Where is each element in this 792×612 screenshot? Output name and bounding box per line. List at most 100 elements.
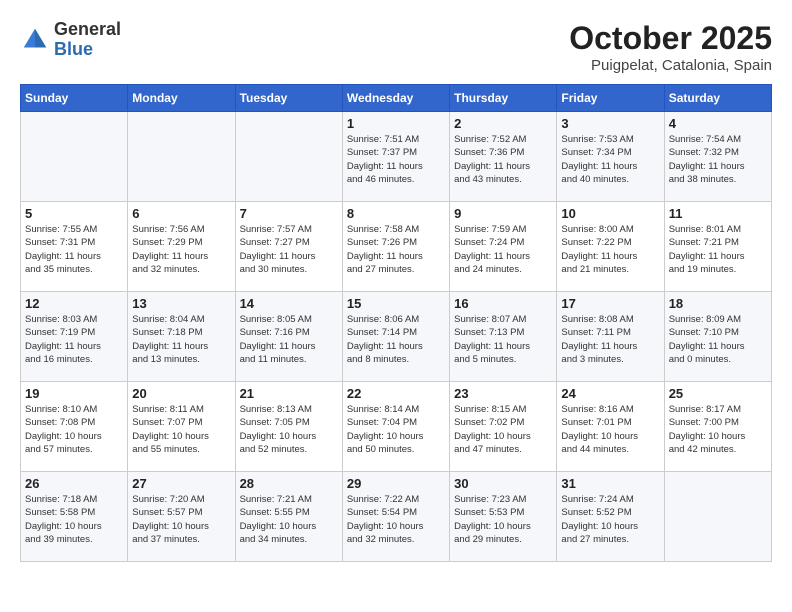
day-number: 22: [347, 386, 445, 401]
weekday-header-row: SundayMondayTuesdayWednesdayThursdayFrid…: [21, 85, 772, 112]
day-info: Sunrise: 8:15 AMSunset: 7:02 PMDaylight:…: [454, 403, 552, 456]
calendar-week-4: 19 Sunrise: 8:10 AMSunset: 7:08 PMDayligh…: [21, 382, 772, 472]
day-info: Sunrise: 7:22 AMSunset: 5:54 PMDaylight:…: [347, 493, 445, 546]
day-number: 1: [347, 116, 445, 131]
day-number: 18: [669, 296, 767, 311]
day-number: 27: [132, 476, 230, 491]
calendar-cell: [128, 112, 235, 202]
day-number: 14: [240, 296, 338, 311]
day-info: Sunrise: 7:53 AMSunset: 7:34 PMDaylight:…: [561, 133, 659, 186]
logo-general: General: [54, 20, 121, 40]
calendar-cell: [235, 112, 342, 202]
day-info: Sunrise: 8:03 AMSunset: 7:19 PMDaylight:…: [25, 313, 123, 366]
day-number: 28: [240, 476, 338, 491]
calendar-cell: 13 Sunrise: 8:04 AMSunset: 7:18 PMDayligh…: [128, 292, 235, 382]
location-subtitle: Puigpelat, Catalonia, Spain: [569, 57, 772, 74]
day-number: 6: [132, 206, 230, 221]
calendar-cell: 29 Sunrise: 7:22 AMSunset: 5:54 PMDayligh…: [342, 472, 449, 562]
calendar-cell: 24Sunrise: 8:16 AMSunset: 7:01 PMDayligh…: [557, 382, 664, 472]
day-number: 8: [347, 206, 445, 221]
day-number: 4: [669, 116, 767, 131]
day-number: 30: [454, 476, 552, 491]
day-info: Sunrise: 7:24 AMSunset: 5:52 PMDaylight:…: [561, 493, 659, 546]
calendar-cell: 6 Sunrise: 7:56 AMSunset: 7:29 PMDaylight…: [128, 202, 235, 292]
calendar-cell: 17Sunrise: 8:08 AMSunset: 7:11 PMDayligh…: [557, 292, 664, 382]
logo-blue: Blue: [54, 40, 121, 60]
day-number: 11: [669, 206, 767, 221]
calendar-cell: 16Sunrise: 8:07 AMSunset: 7:13 PMDayligh…: [450, 292, 557, 382]
calendar-cell: 25 Sunrise: 8:17 AMSunset: 7:00 PMDayligh…: [664, 382, 771, 472]
logo-text: General Blue: [54, 20, 121, 60]
calendar-body: 1Sunrise: 7:51 AMSunset: 7:37 PMDaylight…: [21, 112, 772, 562]
logo-icon: [20, 25, 50, 55]
title-block: October 2025 Puigpelat, Catalonia, Spain: [569, 20, 772, 74]
calendar-week-5: 26 Sunrise: 7:18 AMSunset: 5:58 PMDayligh…: [21, 472, 772, 562]
day-number: 2: [454, 116, 552, 131]
day-number: 19: [25, 386, 123, 401]
weekday-header-saturday: Saturday: [664, 85, 771, 112]
calendar-header: SundayMondayTuesdayWednesdayThursdayFrid…: [21, 85, 772, 112]
day-info: Sunrise: 7:58 AMSunset: 7:26 PMDaylight:…: [347, 223, 445, 276]
calendar-cell: 21Sunrise: 8:13 AMSunset: 7:05 PMDayligh…: [235, 382, 342, 472]
day-number: 5: [25, 206, 123, 221]
day-info: Sunrise: 8:06 AMSunset: 7:14 PMDaylight:…: [347, 313, 445, 366]
day-info: Sunrise: 7:56 AMSunset: 7:29 PMDaylight:…: [132, 223, 230, 276]
weekday-header-friday: Friday: [557, 85, 664, 112]
day-info: Sunrise: 8:05 AMSunset: 7:16 PMDaylight:…: [240, 313, 338, 366]
day-number: 7: [240, 206, 338, 221]
calendar-cell: 26 Sunrise: 7:18 AMSunset: 5:58 PMDayligh…: [21, 472, 128, 562]
day-number: 21: [240, 386, 338, 401]
day-info: Sunrise: 8:16 AMSunset: 7:01 PMDaylight:…: [561, 403, 659, 456]
month-title: October 2025: [569, 20, 772, 57]
day-info: Sunrise: 8:10 AMSunset: 7:08 PMDaylight:…: [25, 403, 123, 456]
calendar-cell: 2 Sunrise: 7:52 AMSunset: 7:36 PMDaylight…: [450, 112, 557, 202]
calendar-cell: [664, 472, 771, 562]
weekday-header-sunday: Sunday: [21, 85, 128, 112]
calendar-cell: 27 Sunrise: 7:20 AMSunset: 5:57 PMDayligh…: [128, 472, 235, 562]
day-number: 13: [132, 296, 230, 311]
logo: General Blue: [20, 20, 121, 60]
calendar-cell: 10 Sunrise: 8:00 AMSunset: 7:22 PMDayligh…: [557, 202, 664, 292]
day-info: Sunrise: 7:21 AMSunset: 5:55 PMDaylight:…: [240, 493, 338, 546]
calendar-cell: 1Sunrise: 7:51 AMSunset: 7:37 PMDaylight…: [342, 112, 449, 202]
day-number: 29: [347, 476, 445, 491]
day-info: Sunrise: 7:54 AMSunset: 7:32 PMDaylight:…: [669, 133, 767, 186]
day-info: Sunrise: 7:59 AMSunset: 7:24 PMDaylight:…: [454, 223, 552, 276]
calendar-cell: 15 Sunrise: 8:06 AMSunset: 7:14 PMDayligh…: [342, 292, 449, 382]
day-info: Sunrise: 8:14 AMSunset: 7:04 PMDaylight:…: [347, 403, 445, 456]
day-info: Sunrise: 8:00 AMSunset: 7:22 PMDaylight:…: [561, 223, 659, 276]
weekday-header-thursday: Thursday: [450, 85, 557, 112]
calendar-cell: 9Sunrise: 7:59 AMSunset: 7:24 PMDaylight…: [450, 202, 557, 292]
day-info: Sunrise: 8:17 AMSunset: 7:00 PMDaylight:…: [669, 403, 767, 456]
calendar-cell: 14 Sunrise: 8:05 AMSunset: 7:16 PMDayligh…: [235, 292, 342, 382]
day-info: Sunrise: 7:23 AMSunset: 5:53 PMDaylight:…: [454, 493, 552, 546]
day-number: 25: [669, 386, 767, 401]
day-number: 17: [561, 296, 659, 311]
day-info: Sunrise: 8:07 AMSunset: 7:13 PMDaylight:…: [454, 313, 552, 366]
day-number: 26: [25, 476, 123, 491]
calendar-table: SundayMondayTuesdayWednesdayThursdayFrid…: [20, 84, 772, 562]
day-number: 12: [25, 296, 123, 311]
calendar-cell: 19 Sunrise: 8:10 AMSunset: 7:08 PMDayligh…: [21, 382, 128, 472]
calendar-cell: 22 Sunrise: 8:14 AMSunset: 7:04 PMDayligh…: [342, 382, 449, 472]
calendar-week-2: 5Sunrise: 7:55 AMSunset: 7:31 PMDaylight…: [21, 202, 772, 292]
calendar-cell: 8 Sunrise: 7:58 AMSunset: 7:26 PMDaylight…: [342, 202, 449, 292]
day-number: 10: [561, 206, 659, 221]
day-info: Sunrise: 8:04 AMSunset: 7:18 PMDaylight:…: [132, 313, 230, 366]
calendar-week-3: 12 Sunrise: 8:03 AMSunset: 7:19 PMDayligh…: [21, 292, 772, 382]
calendar-cell: 3Sunrise: 7:53 AMSunset: 7:34 PMDaylight…: [557, 112, 664, 202]
day-info: Sunrise: 8:09 AMSunset: 7:10 PMDaylight:…: [669, 313, 767, 366]
calendar-cell: 30 Sunrise: 7:23 AMSunset: 5:53 PMDayligh…: [450, 472, 557, 562]
calendar-cell: 18 Sunrise: 8:09 AMSunset: 7:10 PMDayligh…: [664, 292, 771, 382]
day-info: Sunrise: 7:20 AMSunset: 5:57 PMDaylight:…: [132, 493, 230, 546]
day-number: 20: [132, 386, 230, 401]
calendar-cell: 12 Sunrise: 8:03 AMSunset: 7:19 PMDayligh…: [21, 292, 128, 382]
day-info: Sunrise: 7:18 AMSunset: 5:58 PMDaylight:…: [25, 493, 123, 546]
calendar-cell: 31Sunrise: 7:24 AMSunset: 5:52 PMDayligh…: [557, 472, 664, 562]
weekday-header-tuesday: Tuesday: [235, 85, 342, 112]
calendar-cell: 5Sunrise: 7:55 AMSunset: 7:31 PMDaylight…: [21, 202, 128, 292]
calendar-week-1: 1Sunrise: 7:51 AMSunset: 7:37 PMDaylight…: [21, 112, 772, 202]
day-info: Sunrise: 7:52 AMSunset: 7:36 PMDaylight:…: [454, 133, 552, 186]
day-number: 15: [347, 296, 445, 311]
calendar-cell: 11Sunrise: 8:01 AMSunset: 7:21 PMDayligh…: [664, 202, 771, 292]
